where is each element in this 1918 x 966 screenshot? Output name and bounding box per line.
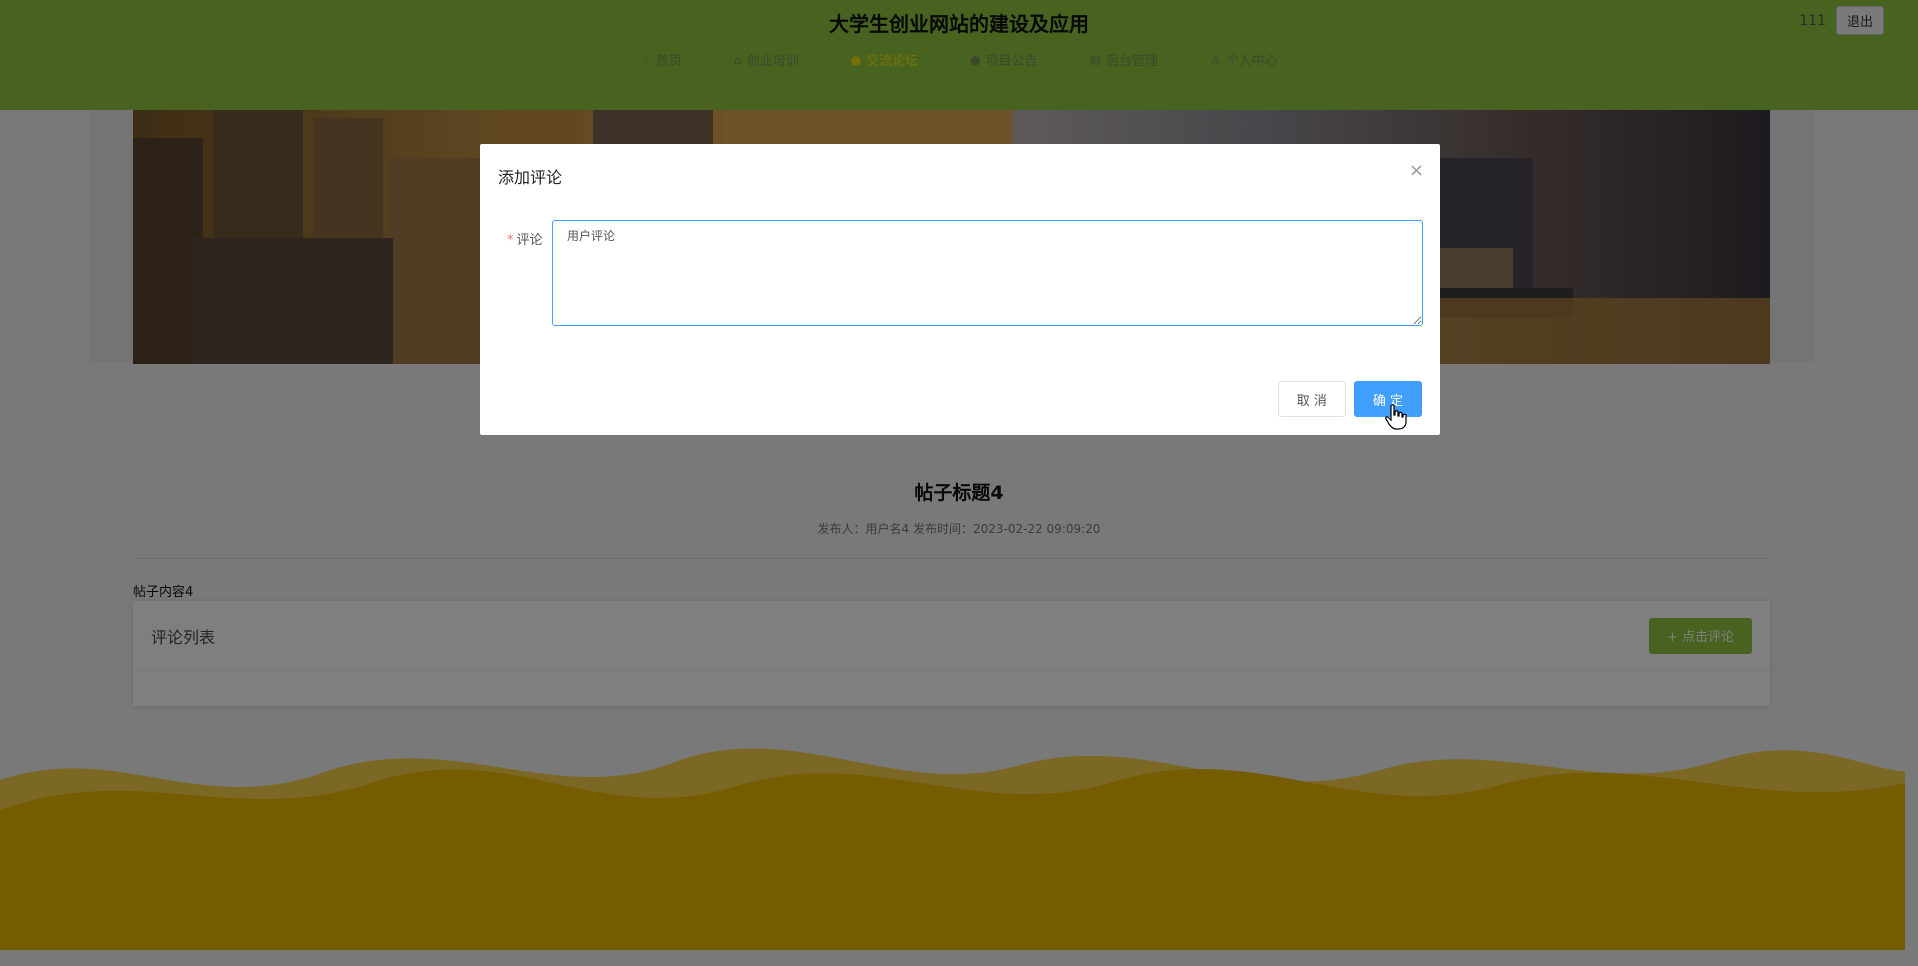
dialog-title: 添加评论 — [498, 168, 563, 187]
comment-textarea[interactable] — [552, 220, 1423, 326]
required-mark: * — [507, 233, 514, 248]
comment-label-text: 评论 — [516, 233, 543, 248]
cancel-button[interactable]: 取 消 — [1277, 381, 1346, 417]
page: 帖子标题4 发布人：用户名4 发布时间：2023-02-22 09:09:20 … — [0, 0, 1918, 966]
hand-cursor-icon — [1385, 404, 1407, 430]
close-icon[interactable]: × — [1409, 160, 1424, 181]
comment-field-label: * 评论 — [507, 229, 543, 248]
add-comment-dialog: 添加评论 × *评论 取 消 确 定 — [480, 144, 1440, 435]
